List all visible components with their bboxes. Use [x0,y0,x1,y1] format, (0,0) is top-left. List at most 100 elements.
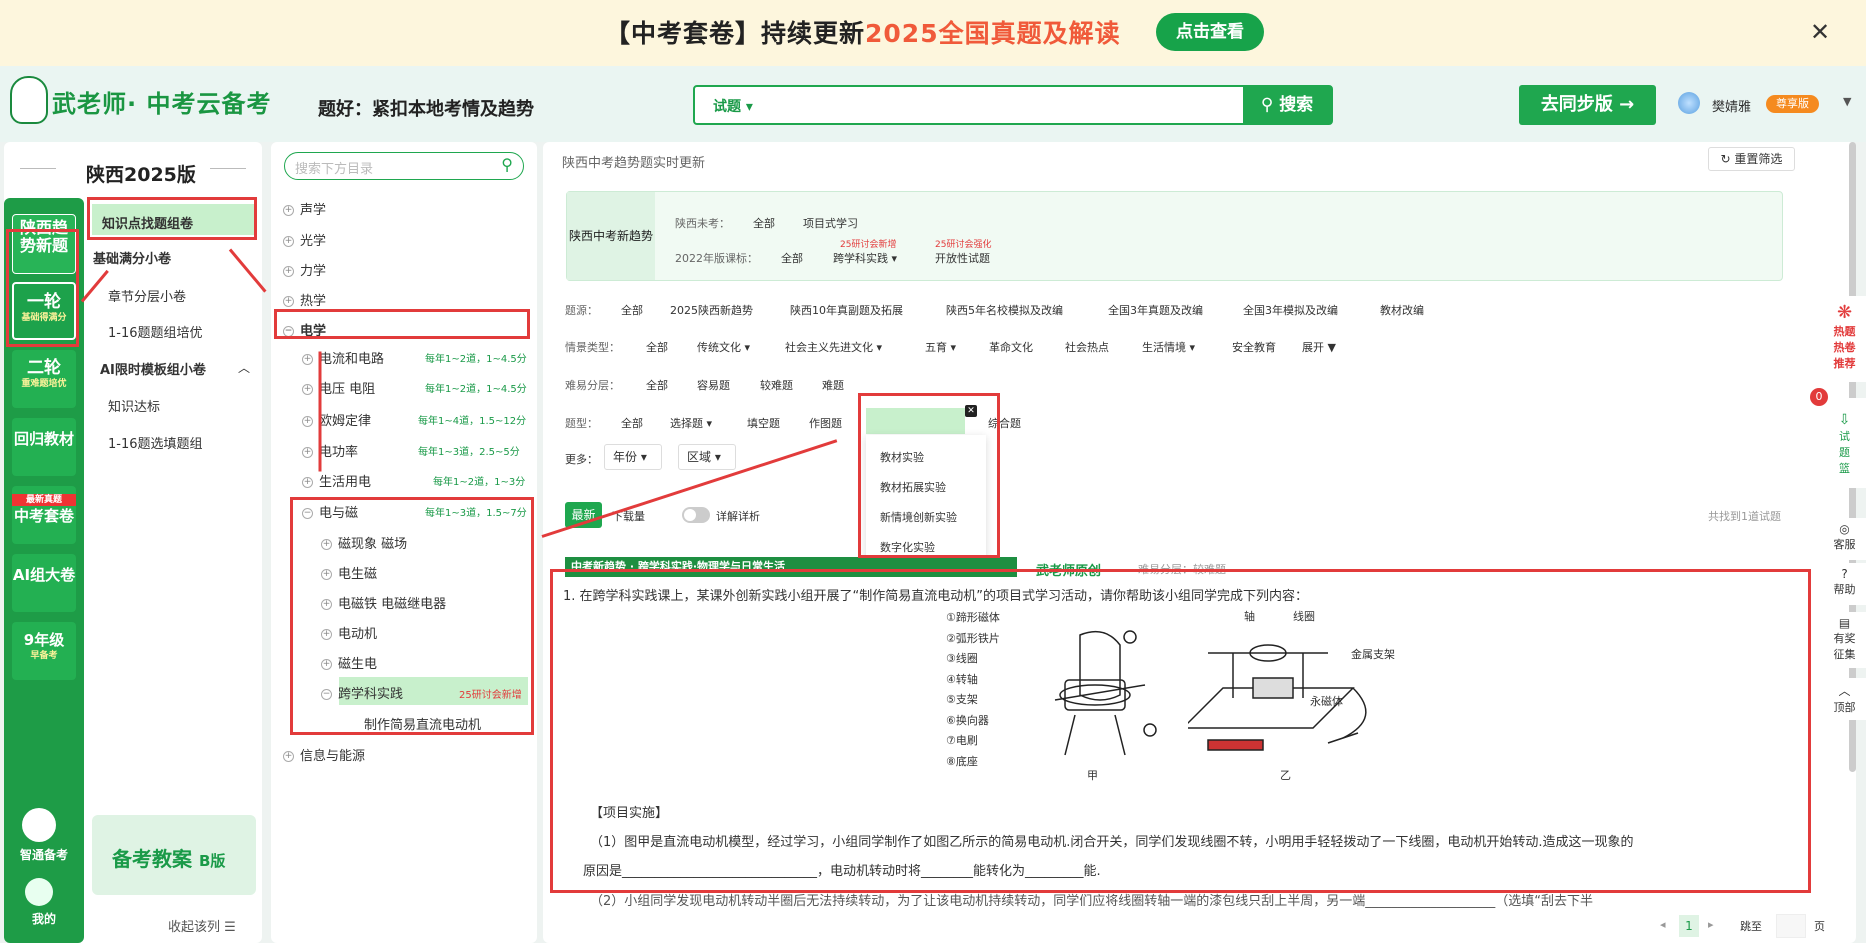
frequency-label: 每年1~2道，1~3分 [433,477,526,488]
tree-node[interactable]: + 电功率 [302,441,358,460]
tree-node[interactable]: + 声学 [283,199,326,218]
avatar[interactable] [1678,92,1700,114]
scene-option[interactable]: 展开 ▼ [1302,339,1336,355]
scene-option[interactable]: 社会主义先进文化 ▾ [785,339,882,355]
rail-ai-paper[interactable]: AI组大卷 [12,554,76,612]
plus-icon[interactable]: + [302,416,313,427]
scene-option[interactable]: 全部 [646,339,668,355]
plus-icon[interactable]: + [283,266,294,277]
difficulty-option[interactable]: 难题 [822,377,844,393]
search-type-select[interactable]: 试题 ▾ [713,96,753,116]
search-icon[interactable]: ⚲ [501,155,513,174]
plus-icon[interactable]: + [283,751,294,762]
rail-exam-set[interactable]: 最新真题 中考套卷 [12,486,76,544]
tree-node[interactable]: + 电压 电阻 [302,378,375,397]
next-page-icon[interactable]: ▸ [1708,918,1714,931]
tree-node[interactable]: + 力学 [283,260,326,279]
tree-node[interactable]: + 欧姆定律 [302,410,371,429]
tree-node[interactable]: + 热学 [283,290,326,309]
scene-option[interactable]: 传统文化 ▾ [697,339,750,355]
toggle-switch[interactable] [682,507,710,523]
trend-option[interactable]: 全部 [753,215,775,231]
tree-node[interactable]: + 电流和电路 [302,348,384,367]
type-option[interactable]: 全部 [621,415,643,431]
source-option[interactable]: 教材改编 [1380,302,1424,318]
banner-view-button[interactable]: 点击查看 [1156,13,1264,51]
trend-option[interactable]: 开放性试题 [935,250,990,266]
close-icon[interactable]: ✕ [1810,18,1830,46]
rail-assist[interactable]: 智通备考 [10,846,78,863]
difficulty-option[interactable]: 全部 [646,377,668,393]
prev-page-icon[interactable]: ◂ [1660,918,1666,931]
difficulty-option[interactable]: 较难题 [760,377,793,393]
promo-card[interactable]: 备考教案 B版 [92,815,256,895]
source-option[interactable]: 2025陕西新趋势 [670,302,753,318]
region-select[interactable]: 区域 ▾ [678,444,736,470]
side-4[interactable]: ▤ 有奖 征集 [1823,612,1866,668]
rail-round2[interactable]: 二轮 重难题培优 [12,350,76,408]
plus-icon[interactable]: + [302,477,313,488]
side-5[interactable]: ︿ 顶部 [1823,678,1866,720]
type-option[interactable]: 填空题 [747,415,780,431]
scene-option[interactable]: 革命文化 [989,339,1033,355]
tree-node[interactable]: + 信息与能源 [283,745,365,764]
jump-input[interactable] [1776,914,1806,938]
type-option[interactable]: 作图题 [809,415,842,431]
side-2[interactable]: ◎ 客服 [1823,518,1866,560]
brand-logo[interactable]: 武老师· 中考云备考 [52,84,271,120]
menu-ai-timed[interactable]: AI限时模板组小卷 [100,359,206,378]
menu-1-16[interactable]: 1-16题题组培优 [108,322,203,341]
menu-standard[interactable]: 知识达标 [108,396,160,415]
rail-grade9[interactable]: 9年级 早备考 [12,622,76,680]
question-basket[interactable]: ⇩ 试题篮 [1823,398,1866,488]
scene-option[interactable]: 社会热点 [1065,339,1109,355]
menu-basic[interactable]: 基础满分小卷 [93,248,171,267]
menu-select-fill[interactable]: 1-16题选填题组 [108,433,203,452]
plus-icon[interactable]: + [283,205,294,216]
menu-chapter[interactable]: 章节分层小卷 [108,286,186,305]
assist-icon[interactable] [22,808,56,842]
tree-search-input[interactable]: 搜索下方目录 ⚲ [284,152,524,180]
plus-icon[interactable]: + [283,236,294,247]
frequency-label: 每年1~4道，1.5~12分 [418,416,527,427]
rail-mine[interactable]: 我的 [10,910,78,927]
source-option[interactable]: 全国3年真题及改编 [1108,302,1203,318]
chevron-down-icon[interactable]: ▼ [1843,95,1851,108]
tree-node[interactable]: + 光学 [283,230,326,249]
type-option[interactable]: 选择题 ▾ [670,415,712,431]
plus-icon[interactable]: + [302,384,313,395]
side-3[interactable]: ? 帮助 [1823,563,1866,605]
user-name[interactable]: 樊婧雅 [1712,96,1751,115]
annotation-box [6,229,79,347]
source-option[interactable]: 陕西5年名校模拟及改编 [946,302,1063,318]
user-icon[interactable] [25,878,53,906]
source-option[interactable]: 陕西10年真副题及拓展 [790,302,903,318]
rail-textbook[interactable]: 回归教材 [12,418,76,476]
plus-icon[interactable]: + [302,354,313,365]
scene-option[interactable]: 生活情境 ▾ [1142,339,1195,355]
page-number[interactable]: 1 [1679,915,1699,937]
trend-option[interactable]: 跨学科实践 ▾ [833,250,897,266]
source-option[interactable]: 全部 [621,302,643,318]
filter-label: 难易分层： [565,379,620,392]
sync-version-button[interactable]: 去同步版 → [1519,85,1656,125]
plus-icon[interactable]: + [283,296,294,307]
scene-option[interactable]: 五育 ▾ [925,339,956,355]
chevron-up-icon[interactable]: ︿ [238,359,250,376]
plus-icon[interactable]: + [302,447,313,458]
scene-option[interactable]: 安全教育 [1232,339,1276,355]
source-option[interactable]: 全国3年模拟及改编 [1243,302,1338,318]
tag: 25研讨会新增 [840,240,897,250]
result-count: 共找到1道试题 [1708,510,1781,523]
trend-option[interactable]: 项目式学习 [803,215,858,231]
year-select[interactable]: 年份 ▾ [604,444,662,470]
reset-filter-button[interactable]: ↻ 重置筛选 [1708,147,1795,171]
difficulty-option[interactable]: 容易题 [697,377,730,393]
collapse-column[interactable]: 收起该列 ☰ [168,916,236,935]
trend-option[interactable]: 全部 [781,250,803,266]
search-button[interactable]: ⚲ 搜索 [1243,87,1331,123]
search-box[interactable]: 试题 ▾ ⚲ 搜索 [693,85,1333,125]
hot-recommend[interactable]: ❋ 热题 热卷 推荐 [1823,296,1866,382]
tree-node[interactable]: + 生活用电 [302,471,371,490]
annotation-box [858,393,1000,558]
